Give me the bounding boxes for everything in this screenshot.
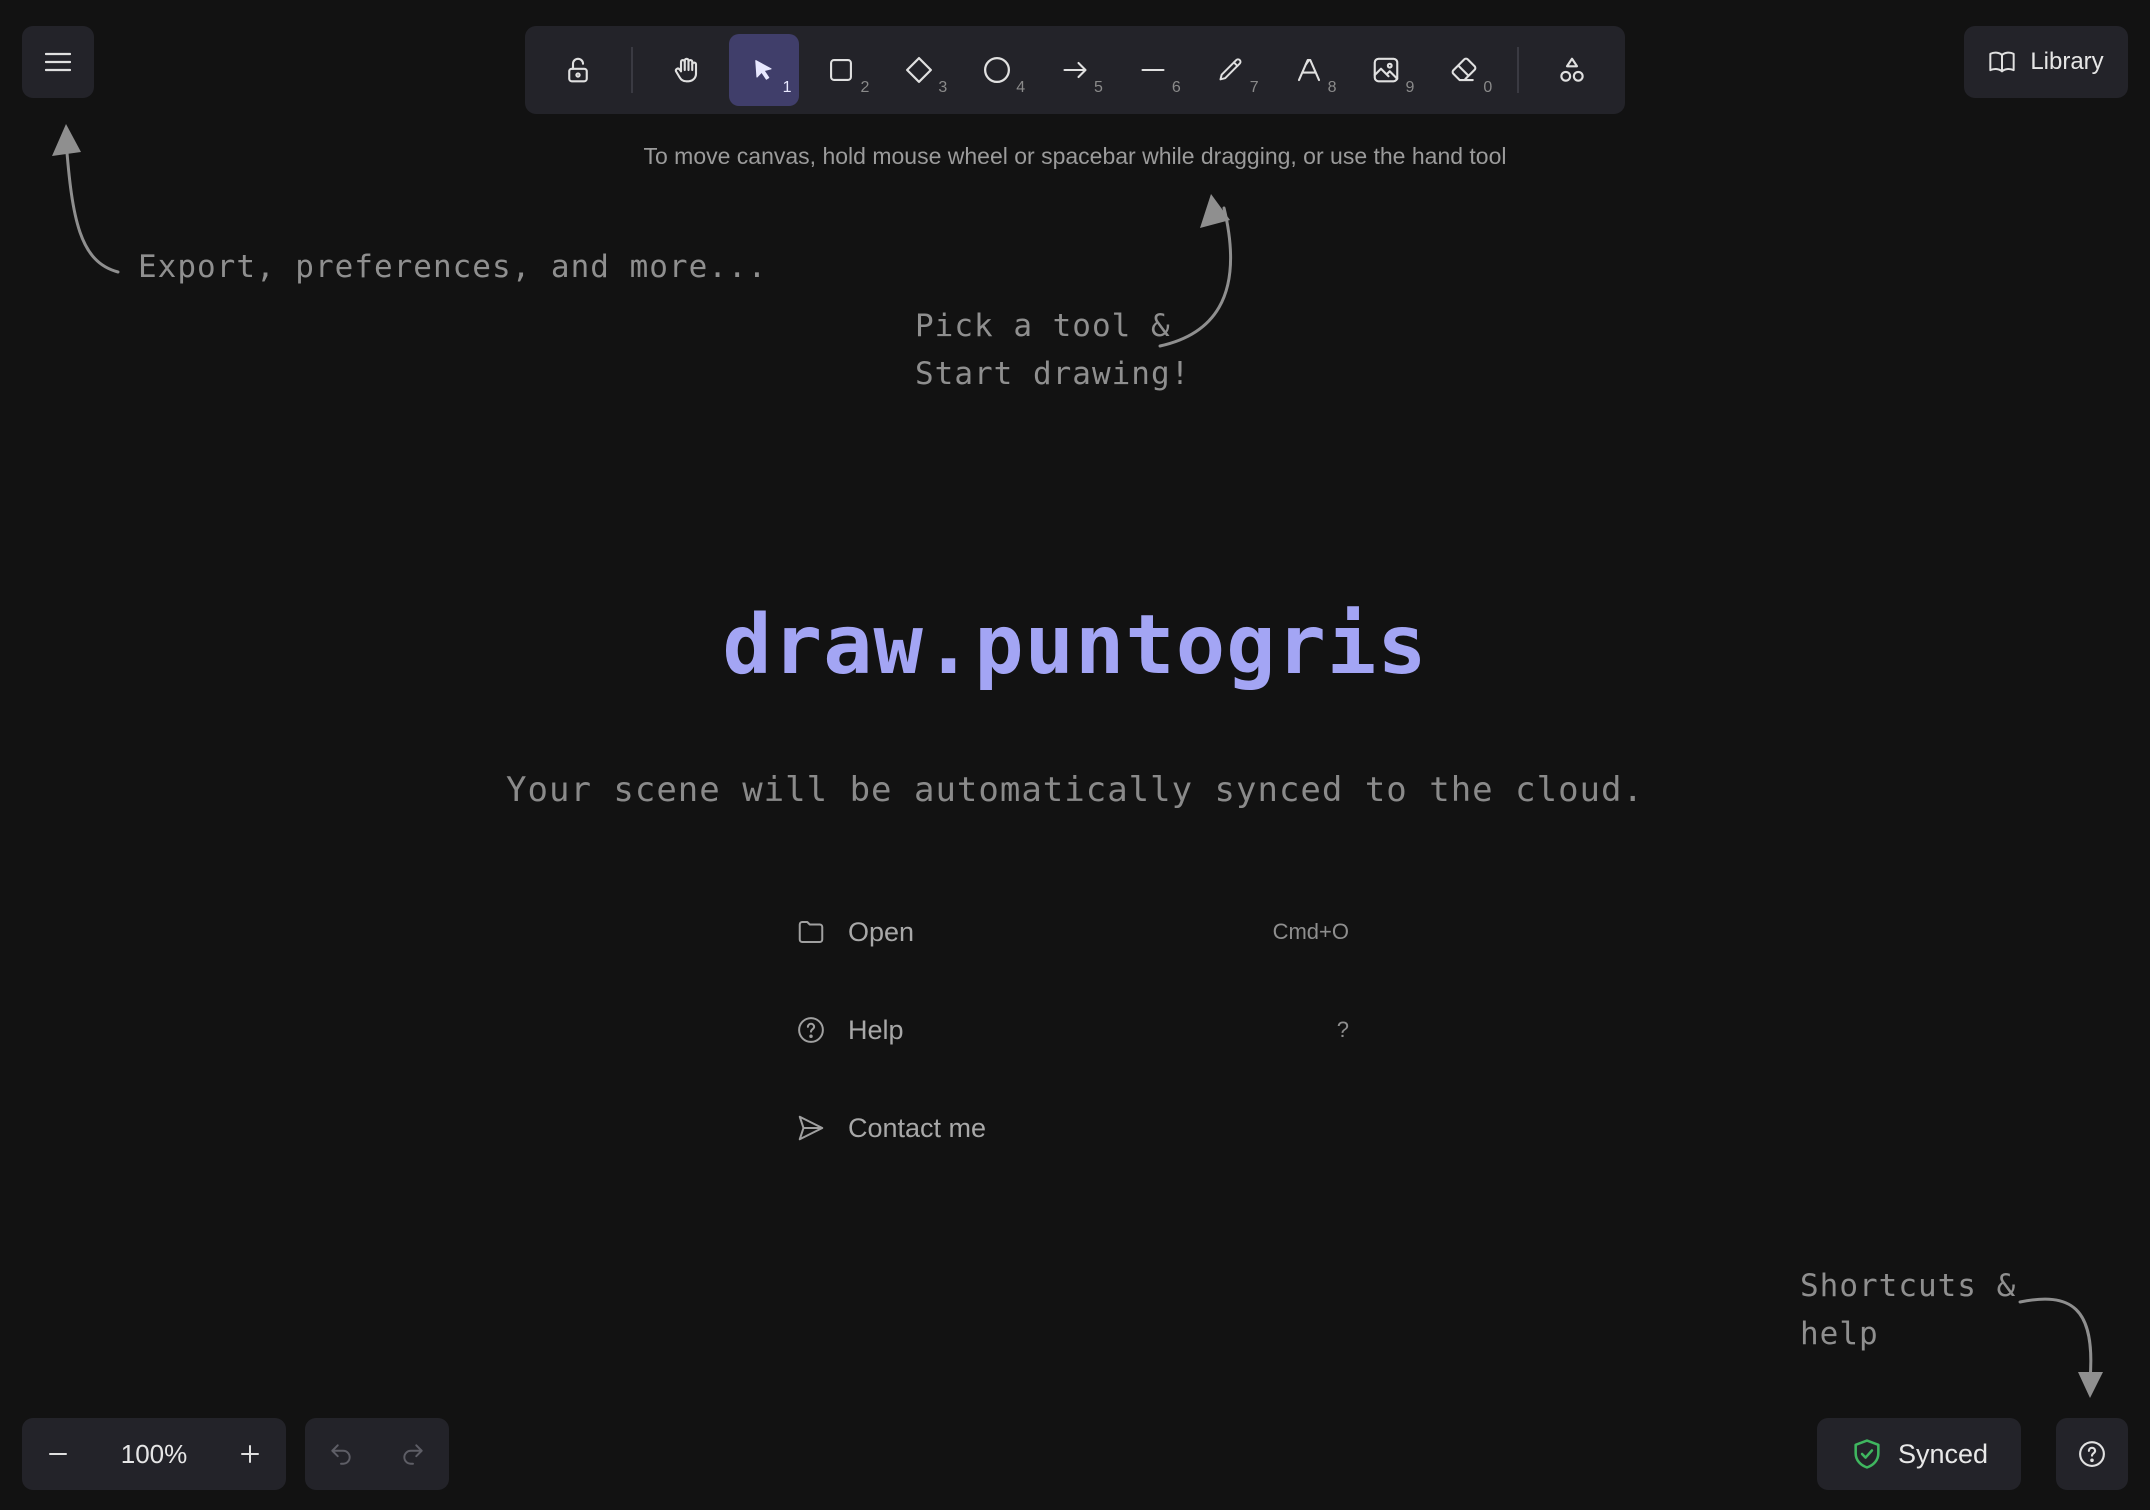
tool-draw[interactable]: 7	[1196, 34, 1266, 106]
circle-icon	[982, 55, 1012, 85]
toolbar-divider	[630, 47, 633, 93]
library-button[interactable]: Library	[1964, 26, 2128, 98]
help-hint-line: Shortcuts &	[1800, 1268, 2017, 1304]
welcome-contact-button[interactable]: Contact me	[796, 1098, 1356, 1158]
help-circle-icon	[2077, 1439, 2107, 1469]
help-hint-line: help	[1800, 1316, 1879, 1352]
tool-rectangle[interactable]: 2	[807, 34, 877, 106]
zoom-in-button[interactable]	[224, 1428, 276, 1480]
tool-shortcut-key: 8	[1327, 79, 1337, 96]
welcome-tagline: Your scene will be automatically synced …	[506, 770, 1644, 810]
tool-shortcut-key: 6	[1171, 79, 1181, 96]
welcome-item-label: Open	[848, 916, 915, 947]
undo-button[interactable]	[313, 1426, 369, 1482]
tool-eraser[interactable]: 0	[1429, 34, 1499, 106]
canvas-hint: To move canvas, hold mouse wheel or spac…	[643, 143, 1507, 169]
shapes-icon	[1557, 55, 1587, 85]
hamburger-icon	[45, 51, 71, 73]
zoom-controls: 100%	[22, 1418, 286, 1490]
welcome-item-label: Contact me	[848, 1112, 987, 1143]
tool-shortcut-key: 0	[1483, 79, 1493, 96]
line-icon	[1139, 56, 1167, 84]
tool-lock[interactable]	[543, 34, 613, 106]
redo-icon	[400, 1441, 426, 1467]
welcome-menu: Open Cmd+O Help ? Contact me	[796, 902, 1356, 1196]
tool-shortcut-key: 4	[1016, 79, 1026, 96]
toolbar-divider	[1517, 47, 1520, 93]
folder-icon	[796, 917, 836, 947]
history-controls	[305, 1418, 449, 1490]
tool-hint-annotation: Pick a tool & Start drawing!	[915, 302, 1190, 398]
tool-line[interactable]: 6	[1118, 34, 1188, 106]
library-label: Library	[2030, 48, 2104, 75]
zoom-out-button[interactable]	[32, 1428, 84, 1480]
help-button[interactable]	[2056, 1418, 2128, 1490]
zoom-reset-button[interactable]: 100%	[121, 1439, 188, 1470]
send-icon	[796, 1113, 836, 1143]
welcome-item-label: Help	[848, 1014, 904, 1045]
tool-ellipse[interactable]: 4	[962, 34, 1032, 106]
welcome-open-button[interactable]: Open Cmd+O	[796, 902, 1356, 962]
sync-status-button[interactable]: Synced	[1817, 1418, 2021, 1490]
tool-hand[interactable]	[651, 34, 721, 106]
tool-image[interactable]: 9	[1352, 34, 1422, 106]
tool-shortcut-key: 3	[938, 79, 948, 96]
arrow-right-icon	[1061, 56, 1089, 84]
tool-shortcut-key: 5	[1094, 79, 1103, 96]
pencil-icon	[1217, 56, 1245, 84]
undo-icon	[328, 1441, 354, 1467]
sync-status-label: Synced	[1897, 1438, 1989, 1469]
image-icon	[1371, 55, 1401, 85]
minus-icon	[47, 1443, 69, 1465]
help-hint-annotation: Shortcuts & help	[1800, 1262, 2016, 1358]
welcome-item-shortcut: ?	[1336, 1017, 1349, 1042]
diamond-icon	[904, 55, 934, 85]
toolbar: 1 2 3 4 5 6 7 8 9 0	[525, 26, 1625, 114]
tool-shortcut-key: 1	[782, 79, 792, 96]
welcome-help-button[interactable]: Help ?	[796, 1000, 1356, 1060]
text-icon	[1294, 55, 1324, 85]
tool-shortcut-key: 9	[1405, 79, 1415, 96]
menu-hint-annotation: Export, preferences, and more...	[138, 249, 768, 285]
tool-hint-line: Start drawing!	[915, 356, 1191, 392]
canvas[interactable]: 1 2 3 4 5 6 7 8 9 0 Library To move canv…	[0, 0, 2150, 1510]
redo-button[interactable]	[385, 1426, 441, 1482]
pointer-icon	[750, 56, 778, 84]
tool-hint-line: Pick a tool &	[915, 308, 1171, 344]
eraser-icon	[1449, 55, 1479, 85]
plus-icon	[239, 1443, 261, 1465]
help-circle-icon	[796, 1015, 836, 1045]
tool-arrow[interactable]: 5	[1040, 34, 1110, 106]
brand-logo: draw.puntogris	[722, 598, 1428, 693]
square-icon	[827, 56, 855, 84]
lock-open-icon	[563, 55, 593, 85]
tool-shortcut-key: 2	[860, 79, 870, 96]
tool-text[interactable]: 8	[1274, 34, 1344, 106]
tool-selection[interactable]: 1	[728, 34, 799, 106]
hand-icon	[671, 55, 701, 85]
tool-shortcut-key: 7	[1249, 79, 1259, 96]
shield-check-icon	[1850, 1437, 1884, 1471]
tool-extra-tools[interactable]	[1537, 34, 1607, 106]
main-menu-button[interactable]	[22, 26, 94, 98]
welcome-item-shortcut: Cmd+O	[1272, 919, 1349, 944]
tool-diamond[interactable]: 3	[884, 34, 954, 106]
book-icon	[1988, 48, 2016, 76]
